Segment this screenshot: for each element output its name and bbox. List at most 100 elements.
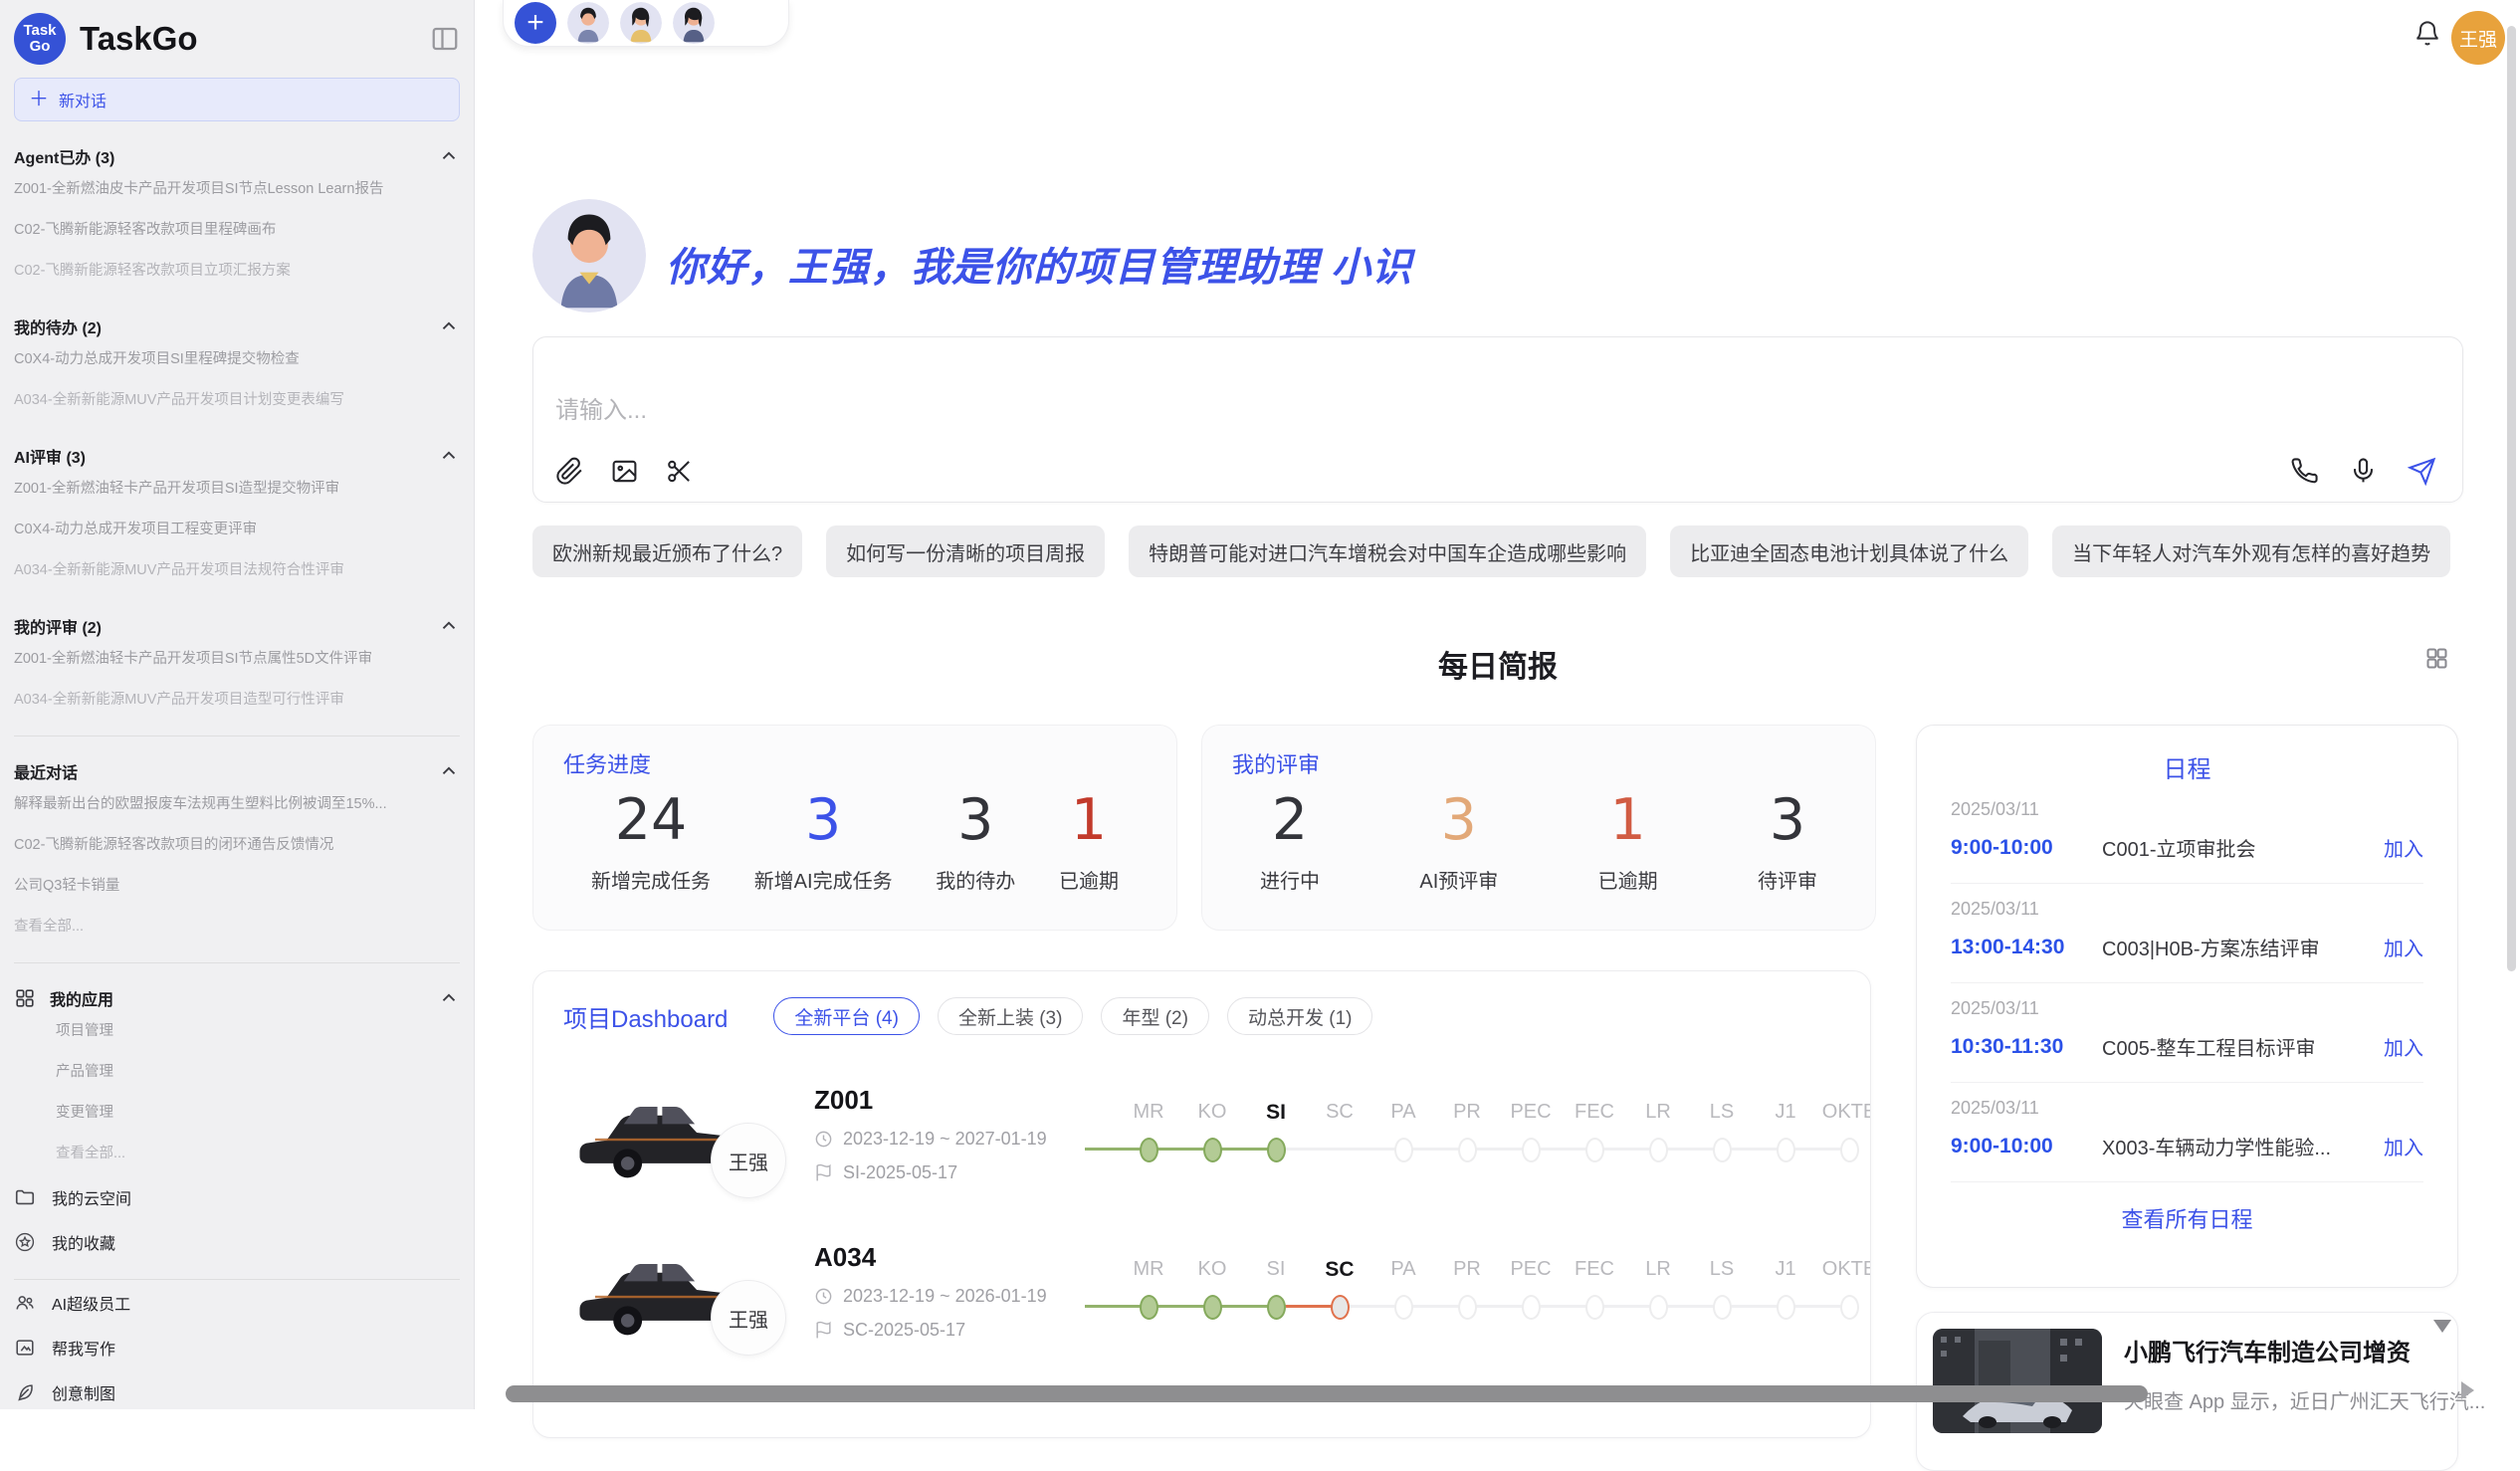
microphone-icon[interactable] <box>2349 457 2378 486</box>
attachment-icon[interactable] <box>555 457 584 486</box>
dashboard-filter-chip[interactable]: 动总开发 (1) <box>1227 997 1373 1035</box>
assistant-avatar-2[interactable] <box>620 2 662 44</box>
phone-icon[interactable] <box>2290 457 2319 486</box>
new-chat-label: 新对话 <box>59 88 106 111</box>
join-meeting-link[interactable]: 加入 <box>2384 933 2423 961</box>
sidebar-tool[interactable]: 创意制图 <box>14 1369 460 1409</box>
assistant-avatar-1[interactable] <box>567 2 609 44</box>
milestone-station: J1 <box>1754 1101 1817 1166</box>
app-item[interactable]: 变更管理 <box>14 1093 460 1134</box>
app-item[interactable]: 查看全部... <box>14 1134 460 1174</box>
sidebar-item[interactable]: C02-飞腾新能源轻客改款项目里程碑画布 <box>14 210 460 251</box>
send-icon[interactable] <box>2408 457 2436 486</box>
chevron-up-icon[interactable] <box>438 315 460 337</box>
stat-label: 我的待办 <box>936 865 1015 894</box>
chevron-up-icon[interactable] <box>438 615 460 637</box>
sidebar-item[interactable]: C0X4-动力总成开发项目工程变更评审 <box>14 510 460 550</box>
sidebar-section-2: AI评审 (3)Z001-全新燃油轻卡产品开发项目SI造型提交物评审C0X4-动… <box>14 442 460 591</box>
sidebar-tool[interactable]: 帮我写作 <box>14 1325 460 1369</box>
suggestion-chip[interactable]: 当下年轻人对汽车外观有怎样的喜好趋势 <box>2052 525 2450 577</box>
shortcut-label: 我的云空间 <box>52 1185 131 1209</box>
dashboard-filter-chip[interactable]: 全新平台 (4) <box>773 997 920 1035</box>
view-all-schedule-link[interactable]: 查看所有日程 <box>1951 1202 2423 1234</box>
vertical-scrollbar[interactable] <box>2507 26 2516 971</box>
suggestion-chip[interactable]: 特朗普可能对进口汽车增税会对中国车企造成哪些影响 <box>1129 525 1646 577</box>
sidebar: Task Go TaskGo ＋ 新对话 Agent已办 (3)Z001-全新燃… <box>0 0 475 1409</box>
layout-grid-icon[interactable] <box>2423 645 2450 672</box>
scroll-down-arrow[interactable] <box>2433 1320 2451 1333</box>
join-meeting-link[interactable]: 加入 <box>2384 833 2423 862</box>
scroll-right-arrow[interactable] <box>2461 1381 2474 1399</box>
recent-chat-item[interactable]: C02-飞腾新能源轻客改款项目的闭环通告反馈情况 <box>14 825 460 866</box>
sidebar-item[interactable]: A034-全新新能源MUV产品开发项目造型可行性评审 <box>14 680 460 721</box>
schedule-date: 2025/03/11 <box>1951 1098 2423 1119</box>
stat-item: 24新增完成任务 <box>591 787 711 894</box>
stat-item: 1已逾期 <box>1598 787 1658 894</box>
add-assistant-button[interactable]: + <box>515 2 556 44</box>
tool-label: 创意制图 <box>52 1380 115 1404</box>
app-item[interactable]: 产品管理 <box>14 1052 460 1093</box>
recent-chat-item[interactable]: 公司Q3轻卡销量 <box>14 866 460 907</box>
sidebar-item[interactable]: Z001-全新燃油轻卡产品开发项目SI造型提交物评审 <box>14 469 460 510</box>
suggestion-chip[interactable]: 如何写一份清晰的项目周报 <box>826 525 1105 577</box>
dashboard-filter-chip[interactable]: 全新上装 (3) <box>938 997 1084 1035</box>
sidebar-item[interactable]: Z001-全新燃油轻卡产品开发项目SI节点属性5D文件评审 <box>14 639 460 680</box>
project-date-range: 2023-12-19 ~ 2027-01-19 <box>814 1129 1081 1150</box>
write-icon <box>14 1337 36 1359</box>
milestone-station: MR <box>1117 1101 1180 1166</box>
notification-bell-icon[interactable] <box>2414 20 2441 48</box>
scissors-icon[interactable] <box>665 457 694 486</box>
sidebar-item[interactable]: Z001-全新燃油皮卡产品开发项目SI节点Lesson Learn报告 <box>14 169 460 210</box>
dashboard-filter-chip[interactable]: 年型 (2) <box>1101 997 1209 1035</box>
sidebar-item[interactable]: A034-全新新能源MUV产品开发项目计划变更表编写 <box>14 380 460 421</box>
chevron-up-icon[interactable] <box>438 987 460 1009</box>
chevron-up-icon[interactable] <box>438 445 460 467</box>
app-item[interactable]: 项目管理 <box>14 1011 460 1052</box>
image-icon[interactable] <box>610 457 639 486</box>
chat-input[interactable] <box>555 397 2048 425</box>
suggestion-chip[interactable]: 欧洲新规最近颁布了什么? <box>532 525 802 577</box>
user-avatar[interactable]: 王强 <box>2451 11 2505 65</box>
recent-chats-section: 最近对话解释最新出台的欧盟报废车法规再生塑料比例被调至15%...C02-飞腾新… <box>14 757 460 947</box>
assistant-avatar-3[interactable] <box>673 2 715 44</box>
schedule-item: 2025/03/1113:00-14:30C003|H0B-方案冻结评审加入 <box>1951 884 2423 983</box>
chevron-up-icon[interactable] <box>438 760 460 782</box>
sidebar-item[interactable]: C0X4-动力总成开发项目SI里程碑提交物检查 <box>14 339 460 380</box>
my-apps-section: 我的应用项目管理产品管理变更管理查看全部... <box>14 984 460 1174</box>
join-meeting-link[interactable]: 加入 <box>2384 1032 2423 1061</box>
milestone-label: OKTB <box>1822 1101 1871 1133</box>
milestone-label: PR <box>1453 1258 1481 1290</box>
milestone-label: FEC <box>1575 1101 1614 1133</box>
stat-item: 3待评审 <box>1758 787 1817 894</box>
schedule-time: 10:30-11:30 <box>1951 1035 2102 1059</box>
sidebar-tool[interactable]: AI超级员工 <box>14 1280 460 1325</box>
sidebar-section-2-label: AI评审 (3) <box>14 444 424 468</box>
sidebar-section-0: Agent已办 (3)Z001-全新燃油皮卡产品开发项目SI节点Lesson L… <box>14 142 460 292</box>
new-chat-button[interactable]: ＋ 新对话 <box>14 78 460 121</box>
suggestion-chip[interactable]: 比亚迪全固态电池计划具体说了什么 <box>1670 525 2028 577</box>
apps-grid-icon <box>14 987 36 1009</box>
sidebar-collapse-icon[interactable] <box>430 24 460 54</box>
chevron-up-icon[interactable] <box>438 145 460 167</box>
horizontal-scrollbar[interactable] <box>506 1385 2148 1402</box>
join-meeting-link[interactable]: 加入 <box>2384 1132 2423 1160</box>
sidebar-section-1-header: 我的待办 (2) <box>14 313 460 339</box>
milestone-station: PEC <box>1499 1258 1563 1324</box>
sidebar-item[interactable]: A034-全新新能源MUV产品开发项目法规符合性评审 <box>14 550 460 591</box>
milestone-label: PA <box>1390 1101 1415 1133</box>
project-milestone-flag: SI-2025-05-17 <box>814 1162 1081 1183</box>
milestone-dot <box>1649 1295 1668 1320</box>
recent-chat-item[interactable]: 查看全部... <box>14 907 460 947</box>
daily-briefing-title: 每日简报 <box>532 642 2463 686</box>
recent-chat-item[interactable]: 解释最新出台的欧盟报废车法规再生塑料比例被调至15%... <box>14 784 460 825</box>
stat-label: 新增完成任务 <box>591 865 711 894</box>
milestone-station: J1 <box>1754 1258 1817 1324</box>
sidebar-shortcut[interactable]: 我的收藏 <box>14 1219 460 1264</box>
sidebar-item[interactable]: C02-飞腾新能源轻客改款项目立项汇报方案 <box>14 251 460 292</box>
milestone-dot <box>1458 1138 1477 1162</box>
sidebar-shortcut[interactable]: 我的云空间 <box>14 1174 460 1219</box>
stat-label: 已逾期 <box>1059 865 1119 894</box>
milestone-station: OKTB <box>1817 1258 1871 1324</box>
milestone-station: OKTB <box>1817 1101 1871 1166</box>
milestone-dot <box>1522 1138 1541 1162</box>
